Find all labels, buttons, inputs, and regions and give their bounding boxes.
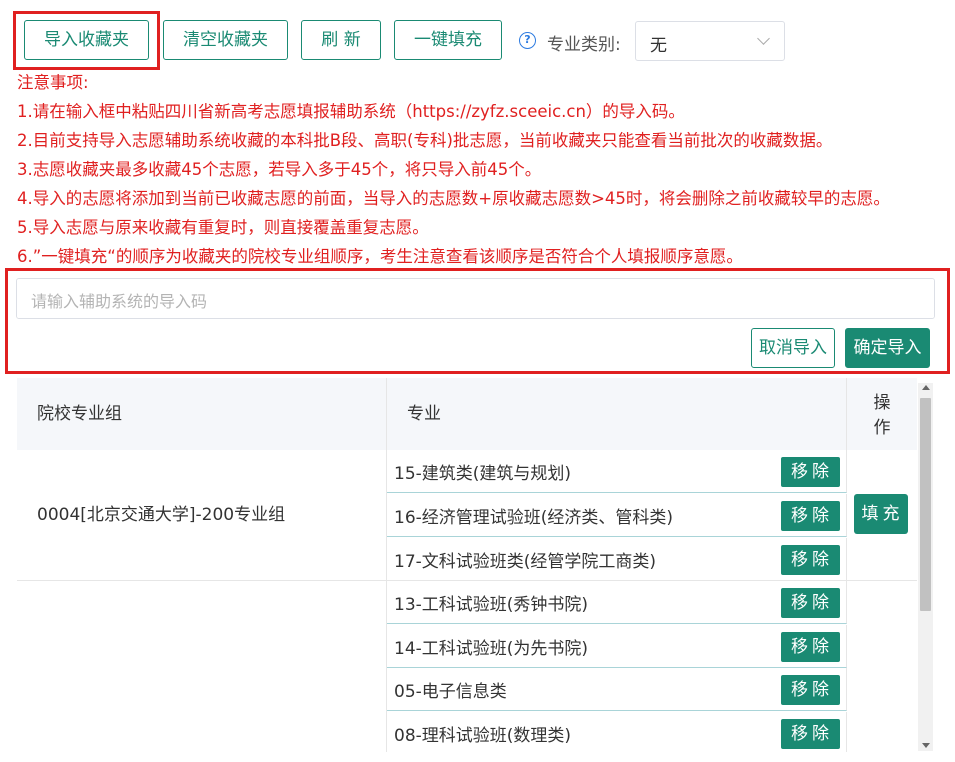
autofill-button[interactable]: 一键填充 <box>394 20 502 60</box>
table-row: 14-工科试验班(为先书院) 移除 <box>387 625 847 668</box>
table-row: 16-经济管理试验班(经济类、管科类) 移除 <box>387 494 847 537</box>
header-ops-label: 操作 <box>873 393 891 438</box>
refresh-button[interactable]: 刷 新 <box>301 20 381 60</box>
fill-button[interactable]: 填充 <box>854 494 908 534</box>
scroll-down-icon[interactable] <box>922 743 930 748</box>
clear-favorites-button[interactable]: 清空收藏夹 <box>163 20 288 60</box>
remove-button[interactable]: 移除 <box>781 675 840 705</box>
remove-button[interactable]: 移除 <box>781 501 840 531</box>
scroll-thumb[interactable] <box>920 398 931 611</box>
confirm-import-button[interactable]: 确定导入 <box>845 328 930 368</box>
remove-button[interactable]: 移除 <box>781 632 840 662</box>
table-row: 17-文科试验班类(经管学院工商类) 移除 <box>387 538 847 581</box>
note-item: 6.”一键填充“的顺序为收藏夹的院校专业组顺序，考生注意查看该顺序是否符合个人填… <box>17 247 743 266</box>
scroll-up-icon[interactable] <box>922 385 930 390</box>
notes-title: 注意事项: <box>17 73 89 92</box>
toolbar: 导入收藏夹 清空收藏夹 刷 新 一键填充 ? 专业类别: 无 <box>0 0 955 70</box>
import-code-input[interactable] <box>16 278 935 319</box>
ops-cell: 填充 <box>847 450 917 581</box>
note-item: 2.目前支持导入志愿辅助系统收藏的本科批B段、高职(专科)批志愿，当前收藏夹只能… <box>17 131 833 150</box>
group-cell: 0004[北京交通大学]-200专业组 <box>17 450 387 581</box>
note-item: 1.请在输入框中粘贴四川省新高考志愿填报辅助系统（https://zyfz.sc… <box>17 102 685 121</box>
major-name: 05-电子信息类 <box>394 682 507 702</box>
remove-button[interactable]: 移除 <box>781 588 840 618</box>
remove-button[interactable]: 移除 <box>781 719 840 749</box>
chevron-down-icon <box>757 32 770 45</box>
group-cell <box>17 581 387 752</box>
header-group: 院校专业组 <box>17 378 387 450</box>
table-row: 08-理科试验班(数理类) 移除 <box>387 712 847 752</box>
major-name: 17-文科试验班类(经管学院工商类) <box>394 552 657 572</box>
category-select[interactable]: 无 <box>635 21 785 61</box>
cancel-import-button[interactable]: 取消导入 <box>751 328 835 368</box>
header-ops: 操作 <box>847 378 917 450</box>
notes-section: 注意事项: 1.请在输入框中粘贴四川省新高考志愿填报辅助系统（https://z… <box>17 68 947 271</box>
remove-button[interactable]: 移除 <box>781 457 840 487</box>
import-favorites-button[interactable]: 导入收藏夹 <box>24 20 149 60</box>
help-icon[interactable]: ? <box>519 32 536 49</box>
major-name: 15-建筑类(建筑与规划) <box>394 464 572 484</box>
note-item: 3.志愿收藏夹最多收藏45个志愿，若导入多于45个，将只导入前45个。 <box>17 160 542 179</box>
note-item: 5.导入志愿与原来收藏有重复时，则直接覆盖重复志愿。 <box>17 218 429 237</box>
major-name: 08-理科试验班(数理类) <box>394 726 572 746</box>
note-item: 4.导入的志愿将添加到当前已收藏志愿的前面，当导入的志愿数+原收藏志愿数>45时… <box>17 189 890 208</box>
group-name: 0004[北京交通大学]-200专业组 <box>37 505 286 525</box>
header-major: 专业 <box>387 378 847 450</box>
major-name: 13-工科试验班(秀钟书院) <box>394 595 589 615</box>
favorites-table: 院校专业组 专业 操作 0004[北京交通大学]-200专业组 15-建筑类(建… <box>17 378 935 752</box>
table-row: 15-建筑类(建筑与规划) 移除 <box>387 450 847 493</box>
ops-cell <box>847 581 917 752</box>
remove-button[interactable]: 移除 <box>781 545 840 575</box>
category-select-value: 无 <box>650 36 667 56</box>
table-header: 院校专业组 专业 操作 <box>17 378 917 450</box>
table-scrollbar[interactable] <box>918 383 933 751</box>
table-row: 05-电子信息类 移除 <box>387 668 847 711</box>
major-name: 16-经济管理试验班(经济类、管科类) <box>394 508 674 528</box>
table-row: 13-工科试验班(秀钟书院) 移除 <box>387 581 847 624</box>
category-label: 专业类别: <box>547 35 621 55</box>
major-name: 14-工科试验班(为先书院) <box>394 639 589 659</box>
